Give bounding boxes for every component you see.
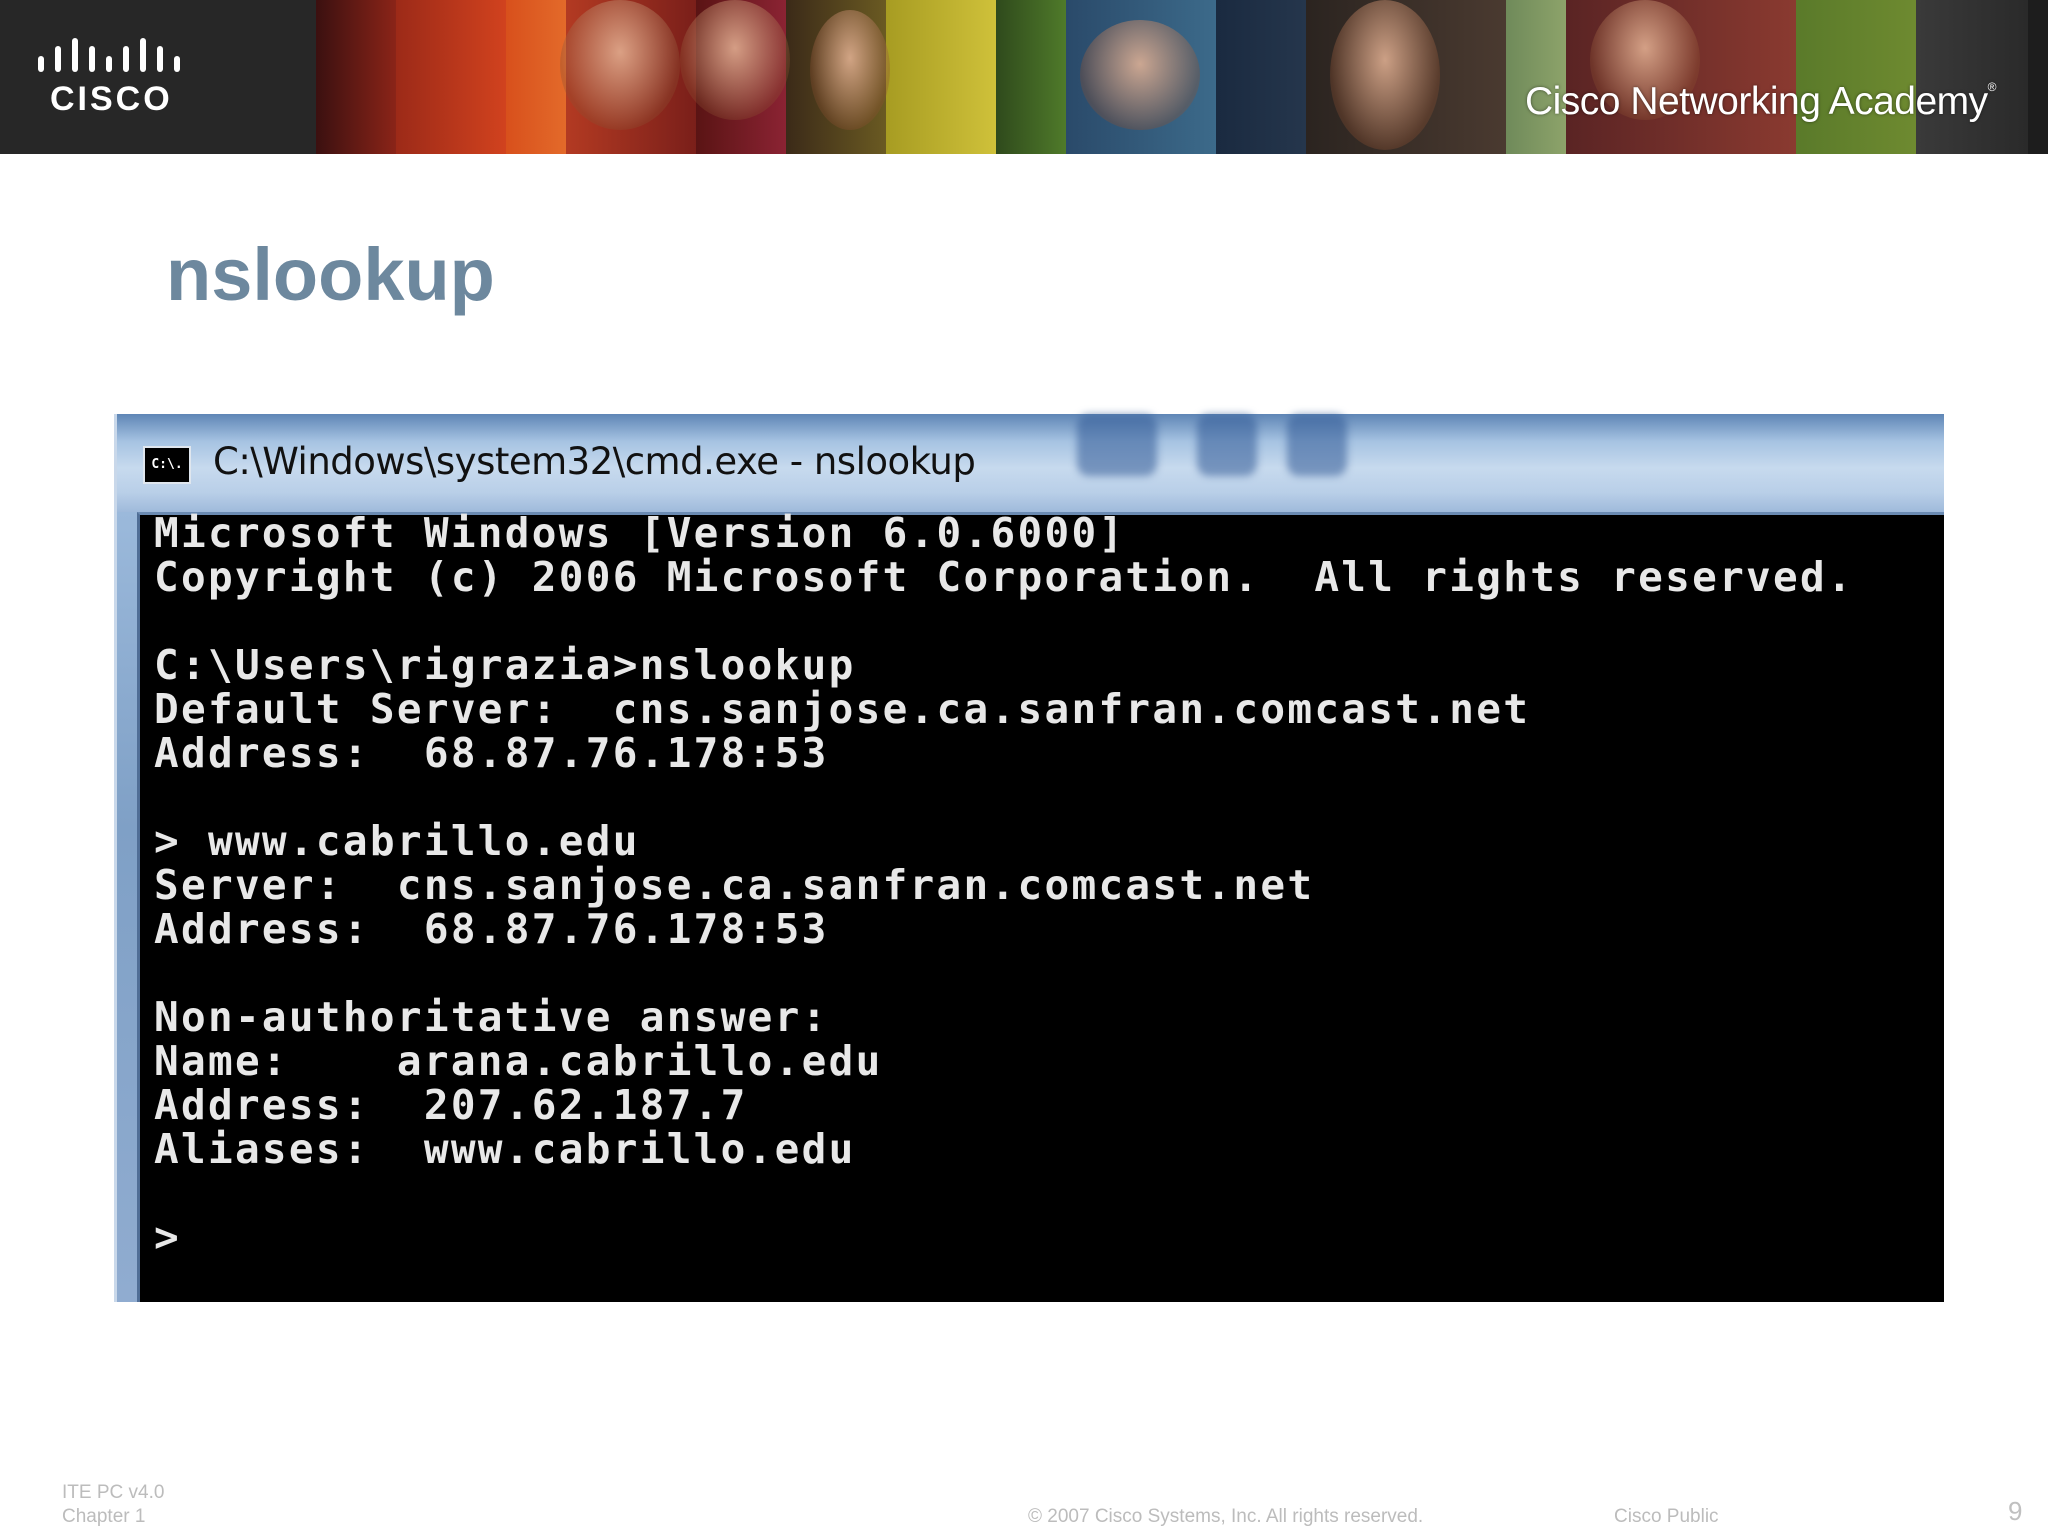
terminal-prompt[interactable]: > [154, 1215, 181, 1259]
terminal-line: Microsoft Windows [Version 6.0.6000] [154, 509, 1126, 557]
terminal-line: Server: cns.sanjose.ca.sanfran.comcast.n… [154, 861, 1315, 909]
terminal-line: Aliases: www.cabrillo.edu [154, 1125, 856, 1173]
cmd-window: C:\. C:\Windows\system32\cmd.exe - nsloo… [114, 414, 1944, 1302]
terminal-line: Default Server: cns.sanjose.ca.sanfran.c… [154, 685, 1531, 733]
footer-copyright: © 2007 Cisco Systems, Inc. All rights re… [1028, 1506, 1424, 1527]
terminal-line: > www.cabrillo.edu [154, 817, 640, 865]
cisco-wordmark: CISCO [50, 80, 173, 118]
terminal-line: Address: 207.62.187.7 [154, 1081, 748, 1129]
terminal-line: Non-authoritative answer: [154, 993, 829, 1041]
footer-chapter: Chapter 1 [62, 1506, 146, 1527]
page-title: nslookup [166, 233, 495, 316]
footer-course: ITE PC v4.0 [62, 1482, 165, 1503]
cmd-window-frame [117, 512, 137, 1302]
terminal-line: Copyright (c) 2006 Microsoft Corporation… [154, 553, 1854, 601]
registered-mark: ® [1987, 80, 1997, 94]
cisco-bars-icon [38, 38, 180, 72]
cisco-logo: CISCO [0, 0, 316, 154]
header-banner: CISCO Cisco Networking Academy® [0, 0, 2048, 154]
academy-title: Cisco Networking Academy® [1524, 80, 1997, 123]
terminal-output[interactable]: Microsoft Windows [Version 6.0.6000] Cop… [137, 509, 1944, 1302]
terminal-line: Address: 68.87.76.178:53 [154, 729, 829, 777]
terminal-line: Name: arana.cabrillo.edu [154, 1037, 883, 1085]
terminal-line: C:\Users\rigrazia>nslookup [154, 641, 856, 689]
page-number: 9 [2008, 1496, 2023, 1526]
cmd-window-title: C:\Windows\system32\cmd.exe - nslookup [213, 440, 976, 483]
terminal-line: Address: 68.87.76.178:53 [154, 905, 829, 953]
footer-classification: Cisco Public [1614, 1506, 1719, 1527]
cmd-titlebar[interactable]: C:\. C:\Windows\system32\cmd.exe - nsloo… [117, 414, 1944, 512]
cmd-prompt-icon: C:\. [143, 446, 191, 484]
